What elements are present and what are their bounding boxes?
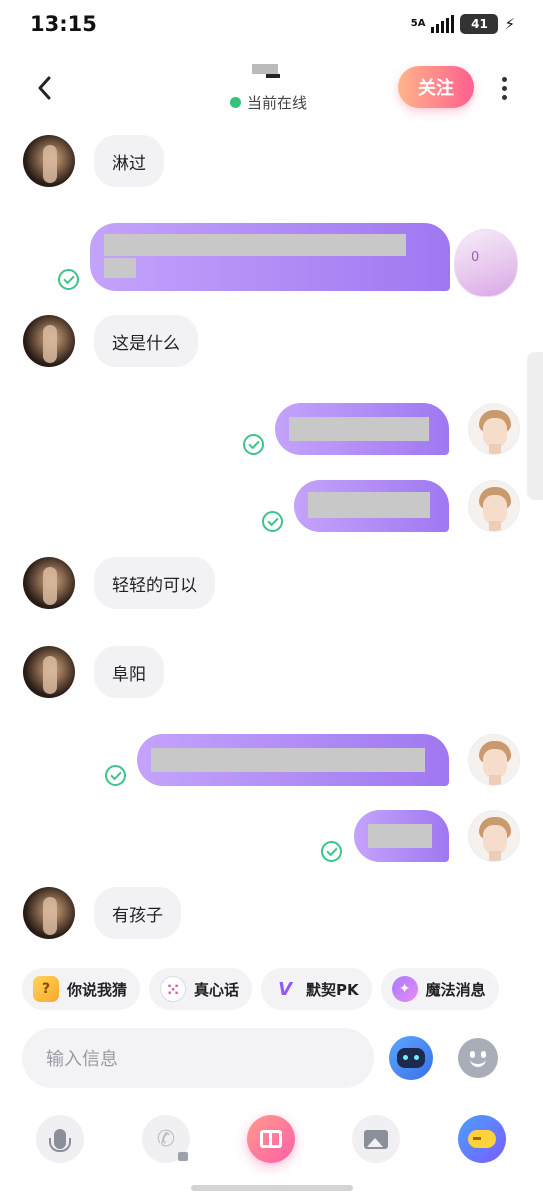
message-bubble-sent [275, 403, 449, 455]
read-check-icon [58, 269, 79, 290]
online-status: 当前在线 [230, 92, 307, 113]
more-options-icon[interactable] [494, 72, 514, 104]
read-check-icon [262, 511, 283, 532]
status-icons: 5A 41 ⚡ [411, 14, 515, 34]
message-bubble-sent [137, 734, 449, 786]
contact-avatar[interactable] [23, 646, 75, 698]
mic-icon [49, 1129, 71, 1152]
game-button[interactable] [458, 1115, 506, 1163]
message-bubble-received: 有孩子 [94, 887, 181, 939]
voice-button[interactable] [36, 1115, 84, 1163]
back-button[interactable] [30, 70, 58, 106]
image-button[interactable] [352, 1115, 400, 1163]
chat-header: 当前在线 关注 [0, 52, 543, 124]
status-time: 13:15 [30, 12, 97, 36]
robot-icon [397, 1048, 425, 1068]
online-status-label: 当前在线 [247, 94, 308, 112]
quick-action-guess[interactable]: ? 你说我猜 [22, 968, 141, 1010]
ai-assistant-button[interactable] [389, 1036, 433, 1080]
contact-avatar[interactable] [23, 557, 75, 609]
call-button[interactable]: ✆ [142, 1115, 190, 1163]
contact-name-masked [252, 64, 292, 78]
home-indicator[interactable] [191, 1185, 353, 1191]
read-check-icon [243, 434, 264, 455]
self-avatar[interactable] [468, 734, 520, 786]
message-bubble-sent [90, 223, 450, 291]
contact-avatar[interactable] [23, 315, 75, 367]
charging-icon: ⚡ [504, 15, 515, 33]
message-list: 淋过 0 这是什么 轻轻的可以 阜阳 有孩子 [0, 124, 543, 964]
message-bubble-received: 轻轻的可以 [94, 557, 215, 609]
gamepad-icon [468, 1130, 496, 1148]
self-avatar[interactable] [468, 810, 520, 862]
image-icon [364, 1129, 388, 1149]
vs-icon: V [278, 978, 292, 1000]
message-bubble-received: 这是什么 [94, 315, 198, 367]
quick-action-bar: ? 你说我猜 真心话 V 默契PK ✦ 魔法消息 [22, 968, 499, 1010]
contact-avatar[interactable] [23, 887, 75, 939]
contact-avatar[interactable] [23, 135, 75, 187]
status-bar: 13:15 5A 41 ⚡ [0, 0, 543, 52]
message-bubble-received: 淋过 [94, 135, 164, 187]
self-avatar[interactable] [468, 480, 520, 532]
online-dot-icon [230, 97, 241, 108]
read-check-icon [321, 841, 342, 862]
quick-action-label: 你说我猜 [67, 980, 128, 999]
message-bubble-sent [294, 480, 449, 532]
message-input[interactable]: 输入信息 [22, 1028, 374, 1088]
battery-icon: 41 [460, 14, 499, 34]
quick-action-label: 真心话 [194, 980, 240, 999]
gift-icon [260, 1130, 282, 1148]
quick-action-pk[interactable]: V 默契PK [261, 968, 372, 1010]
avatar-badge: 0 [471, 250, 480, 265]
chevron-left-icon [38, 76, 51, 100]
message-bubble-received: 阜阳 [94, 646, 164, 698]
question-icon: ? [33, 976, 59, 1002]
emoji-icon[interactable] [458, 1038, 498, 1078]
network-type: 5A [410, 18, 426, 29]
message-bubble-sent [354, 810, 449, 862]
dice-icon [160, 976, 187, 1002]
magic-icon: ✦ [391, 976, 418, 1002]
self-avatar[interactable]: 0 [454, 229, 518, 297]
quick-action-truth[interactable]: 真心话 [149, 968, 253, 1010]
lock-icon [178, 1152, 188, 1161]
signal-icon [431, 15, 455, 33]
self-avatar[interactable] [468, 403, 520, 455]
quick-action-label: 默契PK [306, 980, 359, 999]
read-check-icon [105, 765, 126, 786]
quick-action-magic[interactable]: ✦ 魔法消息 [380, 968, 499, 1010]
quick-action-label: 魔法消息 [425, 980, 486, 999]
follow-button[interactable]: 关注 [398, 66, 474, 108]
battery-level: 41 [471, 17, 488, 31]
phone-icon: ✆ [156, 1126, 176, 1152]
gift-button[interactable] [247, 1115, 295, 1163]
